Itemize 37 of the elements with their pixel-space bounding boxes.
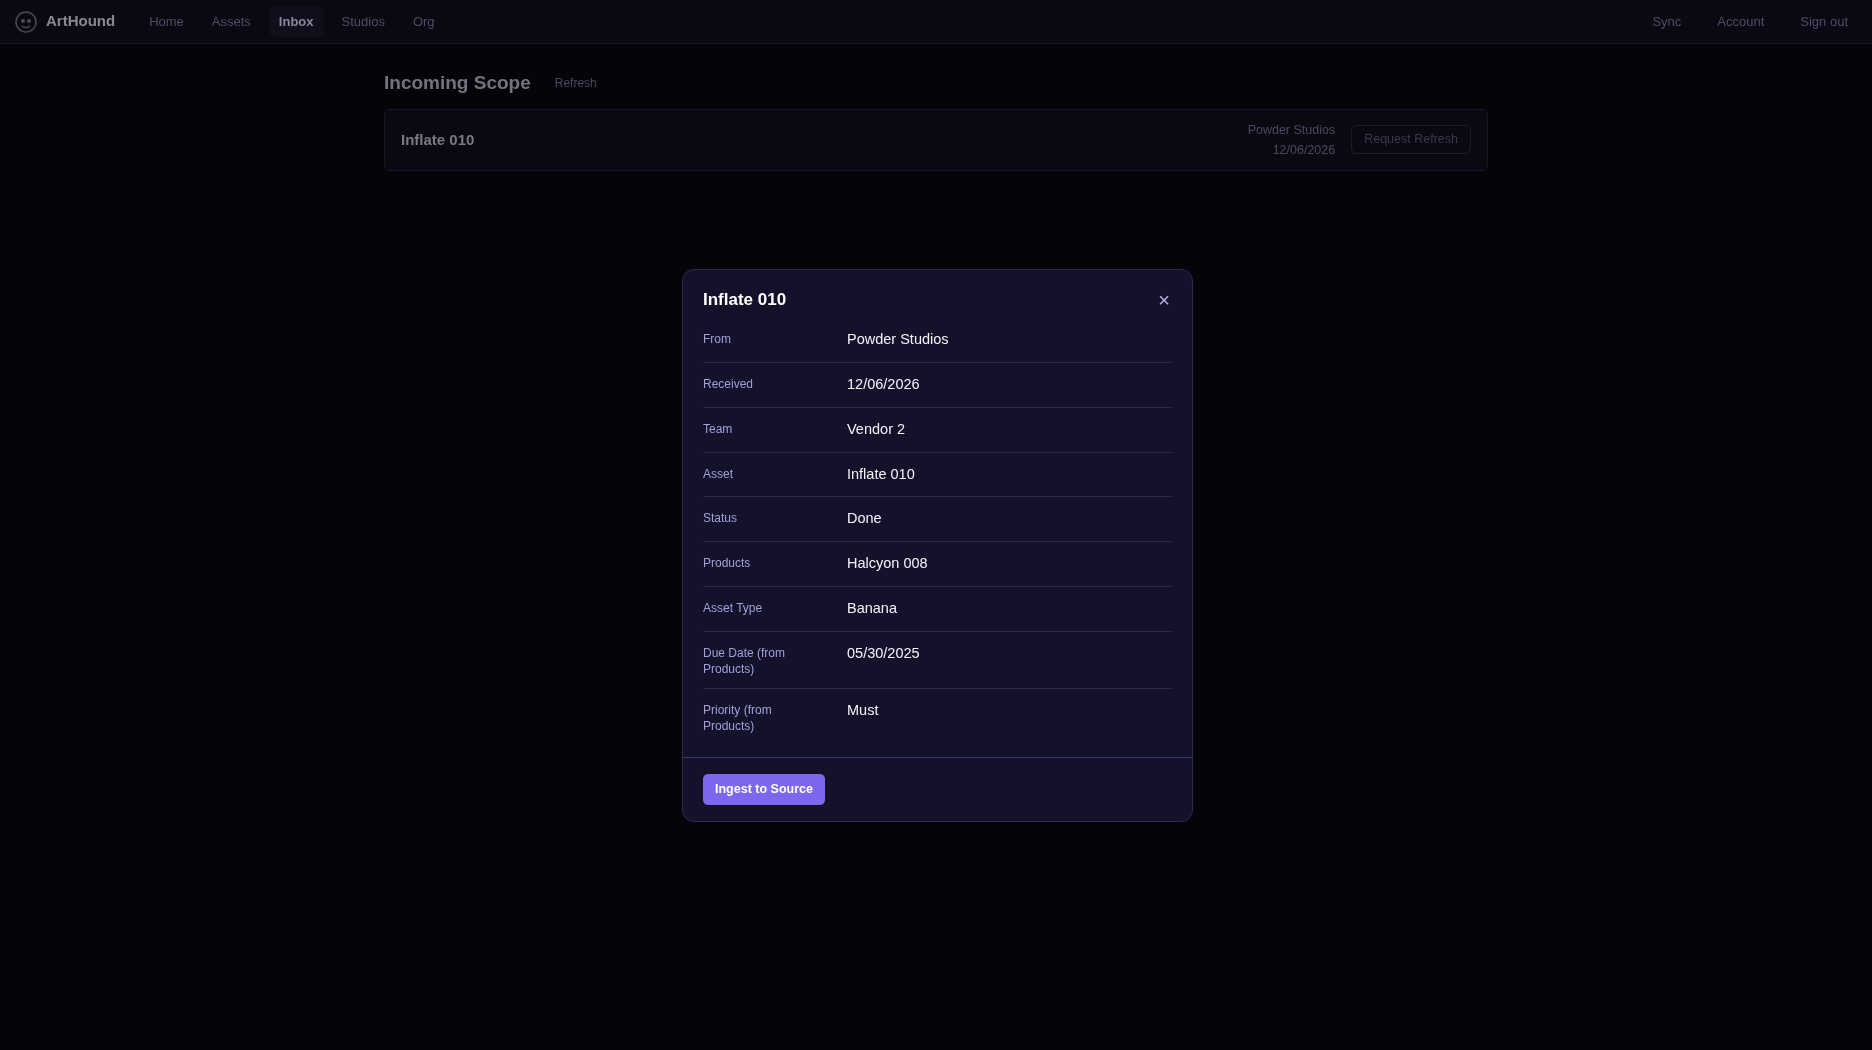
field-label: Due Date (from Products)	[703, 644, 787, 677]
field-label: Asset Type	[703, 599, 764, 617]
nav-link[interactable]: Studios	[331, 5, 395, 38]
field-label: Received	[703, 376, 755, 394]
field-label: Asset	[703, 465, 734, 483]
refresh-link[interactable]: Refresh	[554, 74, 597, 93]
item-name: Inflate 010	[401, 129, 475, 150]
item-date: 12/06/2026	[1271, 141, 1336, 159]
field-value: Inflate 010	[847, 464, 915, 484]
nav-link[interactable]: Sync	[1642, 5, 1692, 38]
field-value: 12/06/2026	[847, 375, 920, 395]
field-label: From	[703, 331, 732, 349]
nav-link[interactable]: Home	[139, 5, 194, 38]
field-label: Team	[703, 420, 734, 438]
field-value: Done	[847, 509, 882, 529]
field-label: Status	[703, 510, 739, 528]
field-label: Products	[703, 555, 752, 573]
modal-title: Inflate 010	[703, 290, 787, 311]
studio-name: Powder Studios	[1247, 121, 1336, 139]
field-label: Priority (from Products)	[703, 702, 773, 735]
field-value: Powder Studios	[847, 330, 949, 350]
field-value: Banana	[847, 598, 897, 618]
field-value: 05/30/2025	[847, 643, 920, 663]
scope-card[interactable]: Inflate 010 Powder Studios 12/06/2026 Request Refresh	[384, 108, 1488, 171]
nav-link[interactable]: Inbox	[268, 5, 324, 38]
nav-link[interactable]: Sign out	[1790, 5, 1858, 38]
page-title: Incoming Scope	[384, 72, 531, 95]
field-value: Halcyon 008	[847, 554, 928, 574]
nav-link[interactable]: Org	[402, 5, 445, 38]
logo-icon	[14, 9, 38, 34]
brand-name[interactable]: ArtHound	[46, 10, 116, 33]
close-button[interactable]: ×	[1156, 290, 1172, 311]
nav-link[interactable]: Assets	[201, 5, 261, 38]
field-value: Must	[847, 701, 879, 720]
field-value: Vendor 2	[847, 419, 906, 439]
ingest-button[interactable]: Ingest to Source	[703, 774, 825, 806]
nav-link[interactable]: Account	[1707, 5, 1775, 38]
